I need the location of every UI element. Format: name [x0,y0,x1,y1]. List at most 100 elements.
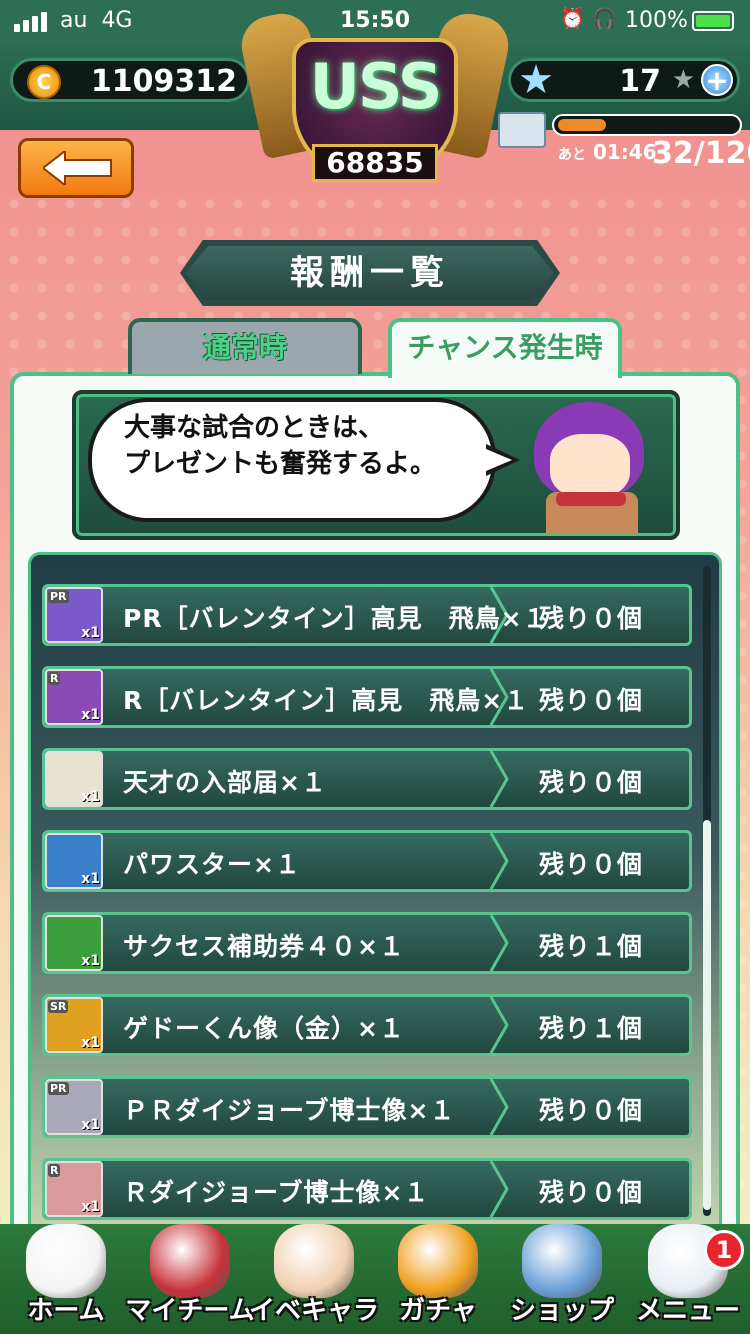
soccer-ball-icon [26,1224,106,1298]
character-portrait [528,398,658,538]
r-card-icon: Rx1 [45,669,103,725]
row-divider-chevron [489,1161,509,1217]
event-character-icon [274,1224,354,1298]
stamina-icon [498,112,546,148]
nav-item[interactable]: ホーム [4,1218,128,1334]
reward-row: x1 天才の入部届×１ 残り０個 [42,748,692,810]
gacha-icon [398,1224,478,1298]
reward-name: R［バレンタイン］高見 飛鳥×１ [123,686,530,715]
row-divider-chevron [489,915,509,971]
rarity-tag: PR [48,1082,69,1095]
nav-item[interactable]: マイチーム [125,1218,255,1334]
reward-row: x1 パワスター×１ 残り０個 [42,830,692,892]
rarity-tag: R [48,1164,61,1177]
scrollbar-thumb[interactable] [703,820,711,1210]
reward-name: PR［バレンタイン］高見 飛鳥×１ [123,604,549,633]
nav-item[interactable]: イベキャラ [249,1218,379,1334]
row-divider-chevron [489,1079,509,1135]
tab-normal[interactable]: 通常時 [128,318,362,374]
reward-row: x1 サクセス補助券４０×１ 残り１個 [42,912,692,974]
character-face [550,434,630,498]
rarity-tag: PR [48,590,69,603]
menu-notification-badge: 1 [704,1230,744,1270]
reward-row: Rx1 Ｒダイジョーブ博士像×１ 残り０個 [42,1158,692,1220]
reward-name: 天才の入部届×１ [123,768,327,797]
star-value: 17 [619,64,661,99]
reward-name: パワスター×１ [123,850,301,879]
quantity-label: x1 [81,1199,100,1215]
nav-label: ホーム [27,1296,105,1326]
rarity-tag: SR [48,1000,69,1013]
coin-counter: C 1109312 [10,58,250,102]
nav-item[interactable]: ガチャ [376,1218,500,1334]
coin-value: 1109312 [90,64,237,99]
reward-row: SR x1 ゲドーくん像（金）×１ 残り１個 [42,994,692,1056]
team-icon [150,1224,230,1298]
speech-line-1: 大事な試合のときは、 [124,413,385,443]
reward-remaining: 残り０個 [539,604,644,633]
carrier-label: au 4G [60,8,133,33]
quantity-label: x1 [81,871,100,887]
battery-icon [692,11,734,31]
quantity-label: x1 [81,625,100,641]
back-button[interactable] [18,138,134,198]
rank-label: USS [309,50,443,123]
stamina-timer: あと 01:46 [558,140,657,164]
speech-line-2: プレゼントも奮発するよ。 [124,449,437,479]
r-statue-icon: Rx1 [45,1161,103,1217]
stamina-count: 32/120 [652,136,750,171]
alarm-icon: ⏰ [560,6,585,30]
gold-statue-icon: SR x1 [45,997,103,1053]
rarity-tag: R [48,672,61,685]
quantity-label: x1 [81,1117,100,1133]
stamina-bar-fill [558,119,607,131]
coin-icon: C [27,65,61,99]
reward-remaining: 残り０個 [539,1178,644,1207]
nav-label: ショップ [509,1296,614,1326]
ticket-icon: x1 [45,915,103,971]
document-icon: x1 [45,751,103,807]
character-scarf [556,492,626,506]
stamina-bar [552,114,742,136]
signal-icon [14,12,47,32]
back-arrow-icon [43,151,112,185]
reward-remaining: 残り０個 [539,1096,644,1125]
headphones-icon: 🎧 [592,6,617,30]
add-stars-button[interactable]: + [701,64,733,96]
pr-card-icon: PR x1 [45,587,103,643]
quantity-label: x1 [81,953,100,969]
pawa-star-icon: ★ [518,57,554,103]
pr-statue-icon: PR x1 [45,1079,103,1135]
page-title: 報酬一覧 [186,246,554,300]
reward-remaining: 残り１個 [539,932,644,961]
nav-item[interactable]: ショップ [500,1218,624,1334]
nav-label: イベキャラ [248,1296,379,1326]
reward-name: ゲドーくん像（金）×１ [123,1014,405,1043]
reward-row: PR x1 ＰＲダイジョーブ博士像×１ 残り０個 [42,1076,692,1138]
row-divider-chevron [489,751,509,807]
battery-percent: 100% [625,8,688,33]
reward-name: Ｒダイジョーブ博士像×１ [123,1178,430,1207]
speech-bubble-tail-fill [486,449,512,471]
quantity-label: x1 [81,789,100,805]
row-divider-chevron [489,997,509,1053]
rank-emblem[interactable]: USS 68835 [236,8,514,198]
reward-row: Rx1 R［バレンタイン］高見 飛鳥×１ 残り０個 [42,666,692,728]
nav-label: ガチャ [399,1296,477,1326]
row-divider-chevron [489,833,509,889]
star-gem-icon: x1 [45,833,103,889]
reward-remaining: 残り０個 [539,768,644,797]
nav-label: マイチーム [125,1296,255,1326]
speech-text: 大事な試合のときは、 プレゼントも奮発するよ。 [124,410,484,482]
reward-name: サクセス補助券４０×１ [123,932,405,961]
reward-remaining: 残り１個 [539,1014,644,1043]
star-counter: ★ 17 ★ + [508,58,740,102]
nav-label: メニュー [635,1296,740,1326]
quantity-label: x1 [81,1035,100,1051]
reward-name: ＰＲダイジョーブ博士像×１ [123,1096,456,1125]
reward-remaining: 残り０個 [539,850,644,879]
paid-star-icon: ★ [671,65,695,95]
rank-score: 68835 [312,144,438,182]
tab-chance[interactable]: チャンス発生時 [388,318,622,378]
reward-remaining: 残り０個 [539,686,644,715]
